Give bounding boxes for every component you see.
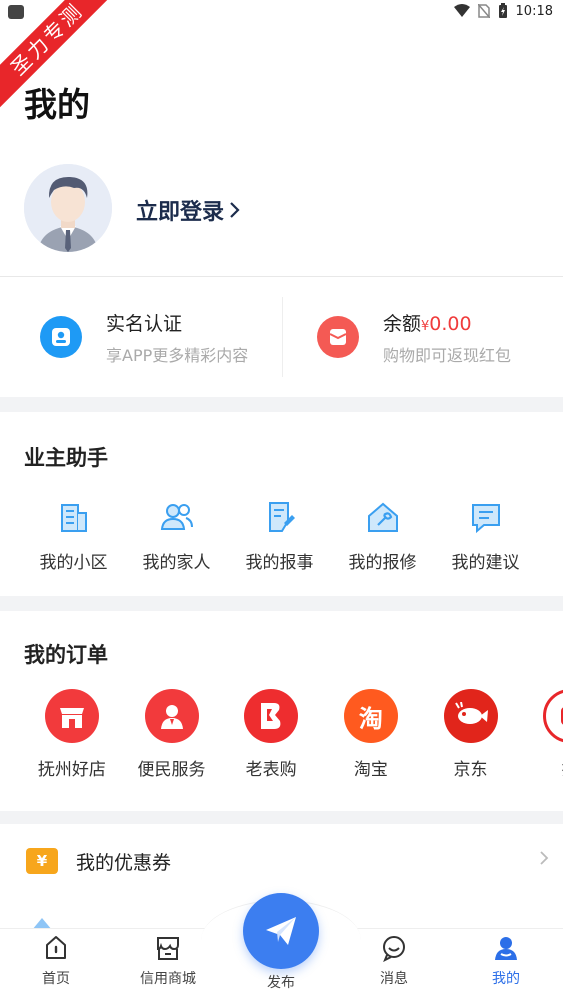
page-title: 我的 <box>24 85 90 124</box>
owner-assistant-title: 业主助手 <box>24 446 108 470</box>
orders-title: 我的订单 <box>24 643 108 667</box>
notification-icon <box>8 5 24 19</box>
taobao-icon: 淘 <box>343 689 398 743</box>
my-community-item[interactable]: 我的小区 <box>22 498 125 573</box>
tab-home-label: 首页 <box>42 971 70 987</box>
login-link[interactable]: 立即登录 <box>136 194 240 226</box>
balance-line: 余额¥0.00 <box>383 309 511 336</box>
tab-credit-mall-label: 信用商城 <box>140 971 196 987</box>
my-repairs-label: 我的报修 <box>348 553 417 573</box>
report-icon <box>261 498 299 536</box>
chevron-right-icon <box>540 851 549 865</box>
building-icon <box>55 498 93 536</box>
convenience-service-label: 便民服务 <box>137 760 206 780</box>
my-reports-item[interactable]: 我的报事 <box>228 498 331 573</box>
avatar[interactable] <box>24 164 112 252</box>
default-avatar-icon <box>24 164 112 252</box>
wallet-icon <box>317 316 359 358</box>
verify-title: 实名认证 <box>106 312 183 335</box>
my-coupons-row[interactable]: ¥ 我的优惠券 <box>0 824 563 898</box>
people-icon <box>158 498 196 536</box>
tab-mine[interactable]: 我的 <box>466 934 546 988</box>
status-right: 10:18 <box>453 3 553 19</box>
publish-button[interactable] <box>243 893 319 969</box>
store-icon <box>157 937 179 960</box>
owner-assistant-card: 业主助手 我的小区 我的家人 我的报事 我的报修 我的建议 <box>0 412 563 596</box>
tab-publish-label: 发布 <box>267 975 295 991</box>
fuzhou-shop-label: 抚州好店 <box>37 760 106 780</box>
verify-identity-entry[interactable]: 实名认证 享APP更多精彩内容 <box>0 277 282 397</box>
tab-home[interactable]: 首页 <box>16 934 96 988</box>
my-community-label: 我的小区 <box>39 553 108 573</box>
balance-title: 余额 <box>383 312 422 335</box>
owner-assistant-grid: 我的小区 我的家人 我的报事 我的报修 我的建议 <box>0 498 563 573</box>
pdd-icon <box>543 689 563 743</box>
jd-icon <box>443 689 498 743</box>
taobao-label: 淘宝 <box>353 760 388 780</box>
convenience-service-item[interactable]: 便民服务 <box>122 689 222 780</box>
shop-icon <box>44 689 99 743</box>
coupon-icon: ¥ <box>26 848 58 874</box>
my-reports-label: 我的报事 <box>245 553 314 573</box>
balance-subtitle: 购物即可返现红包 <box>383 345 512 365</box>
my-family-item[interactable]: 我的家人 <box>125 498 228 573</box>
tab-mine-label: 我的 <box>492 971 520 987</box>
jd-item[interactable]: 京东 <box>421 689 521 780</box>
balance-entry[interactable]: 余额¥0.00 购物即可返现红包 <box>283 277 563 397</box>
laobiao-gou-label: 老表购 <box>245 760 297 780</box>
profile-screen: 10:18 圣力专测 我的 立即登录 实名认证 享APP更多精彩内容 余额¥0.… <box>0 0 563 1002</box>
pinduoduo-item[interactable]: 拼 <box>520 689 563 780</box>
profile-header: 我的 立即登录 <box>0 26 563 276</box>
repair-icon <box>364 498 402 536</box>
home-icon <box>46 936 66 959</box>
wifi-icon <box>453 4 470 17</box>
b-logo-icon <box>244 689 299 743</box>
status-time: 10:18 <box>515 3 553 19</box>
fuzhou-shop-item[interactable]: 抚州好店 <box>22 689 122 780</box>
chevron-right-icon <box>230 202 240 218</box>
taobao-item[interactable]: 淘 淘宝 <box>321 689 421 780</box>
my-repairs-item[interactable]: 我的报修 <box>331 498 434 573</box>
my-suggestions-item[interactable]: 我的建议 <box>434 498 537 573</box>
my-coupons-label: 我的优惠券 <box>76 851 172 874</box>
no-sim-icon <box>477 4 490 18</box>
my-family-label: 我的家人 <box>142 553 211 573</box>
message-icon <box>383 936 405 962</box>
suggestion-icon <box>467 498 505 536</box>
orders-card: 我的订单 抚州好店 便民服务 老表购 淘 淘宝 京东 <box>0 611 563 811</box>
tab-messages[interactable]: 消息 <box>354 934 434 988</box>
login-label: 立即登录 <box>136 200 225 225</box>
verify-subtitle: 享APP更多精彩内容 <box>106 345 249 365</box>
jd-label: 京东 <box>453 760 488 780</box>
user-icon <box>495 937 517 960</box>
orders-grid: 抚州好店 便民服务 老表购 淘 淘宝 京东 <box>0 689 563 780</box>
quick-actions: 实名认证 享APP更多精彩内容 余额¥0.00 购物即可返现红包 <box>0 277 563 397</box>
tab-messages-label: 消息 <box>380 971 408 987</box>
my-suggestions-label: 我的建议 <box>451 553 520 573</box>
balance-amount: 0.00 <box>429 312 472 335</box>
tab-credit-mall[interactable]: 信用商城 <box>128 934 208 988</box>
battery-icon <box>498 3 507 18</box>
service-icon <box>144 689 199 743</box>
id-card-icon <box>40 316 82 358</box>
paper-plane-icon <box>266 917 296 945</box>
laobiao-gou-item[interactable]: 老表购 <box>221 689 321 780</box>
